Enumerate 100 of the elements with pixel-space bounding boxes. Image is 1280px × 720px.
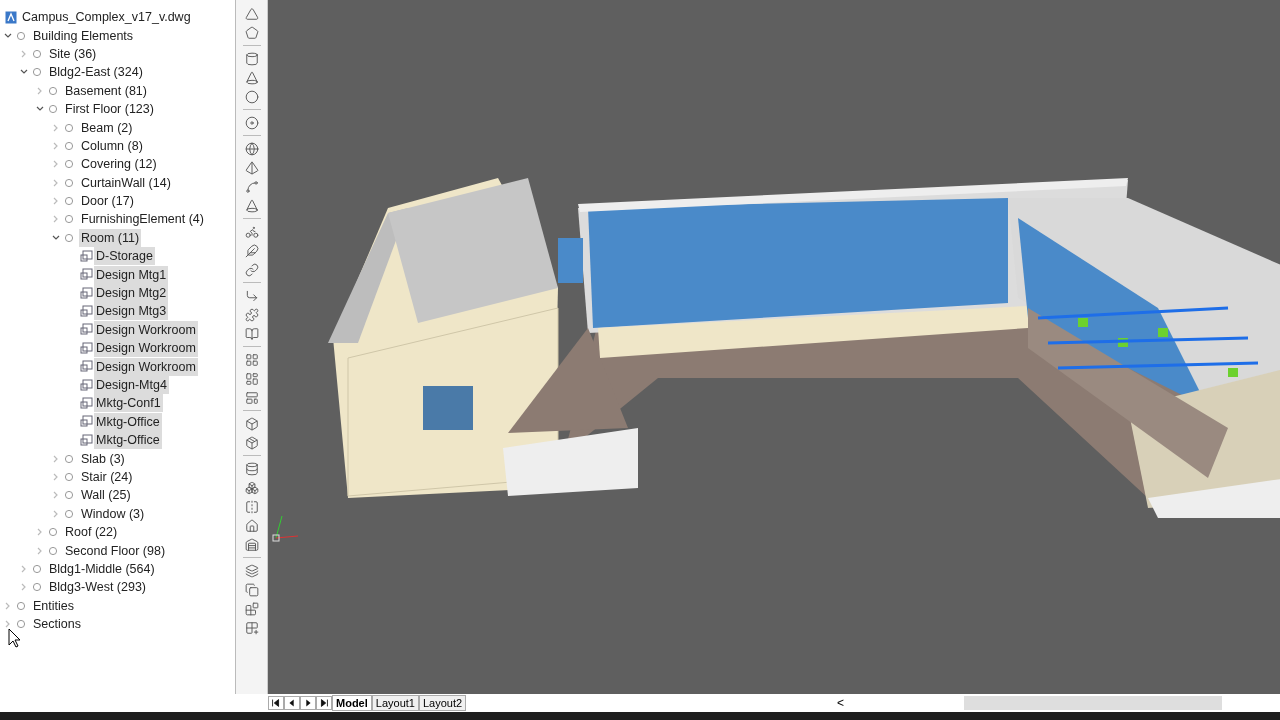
- tree-item[interactable]: Design Mtg2: [94, 284, 169, 303]
- globe-icon[interactable]: [244, 141, 259, 156]
- room-icon: [80, 268, 93, 282]
- room-icon: [80, 249, 93, 263]
- tree-item[interactable]: First Floor (123): [63, 100, 156, 119]
- bike-icon[interactable]: [244, 224, 259, 239]
- circle-icon: [64, 159, 74, 170]
- circle-icon: [32, 48, 42, 59]
- book-icon[interactable]: [244, 326, 259, 341]
- package-icon[interactable]: [244, 435, 259, 450]
- warehouse-icon[interactable]: [244, 537, 259, 552]
- tree-item[interactable]: Beam (2): [79, 118, 135, 137]
- tree-item[interactable]: Site (36): [47, 44, 99, 63]
- tree-item[interactable]: Bldg3-West (293): [47, 578, 149, 597]
- tree-item[interactable]: Entities: [31, 596, 76, 615]
- link-icon[interactable]: [244, 262, 259, 277]
- tree-item[interactable]: Mktg-Office: [94, 431, 162, 450]
- puzzle-icon[interactable]: [244, 307, 259, 322]
- scroll-left-arrow[interactable]: <: [837, 694, 844, 712]
- tree-item[interactable]: FurnishingElement (4): [79, 210, 206, 229]
- cone-icon[interactable]: [244, 198, 259, 213]
- tree-item[interactable]: Design Workroom: [94, 320, 198, 339]
- cone-icon[interactable]: [244, 70, 259, 85]
- room-icon: [80, 304, 93, 318]
- circle-icon: [64, 453, 74, 464]
- circle-icon: [64, 471, 74, 482]
- circle-icon: [64, 122, 74, 133]
- room-icon: [80, 378, 93, 392]
- blocks-icon[interactable]: [244, 601, 259, 616]
- tree-item[interactable]: Bldg1-Middle (564): [47, 559, 157, 578]
- room-icon: [80, 396, 93, 410]
- tree-item[interactable]: Bldg2-East (324): [47, 63, 145, 82]
- pyramid-icon[interactable]: [244, 160, 259, 175]
- cylinder-icon[interactable]: [244, 51, 259, 66]
- layout-tab[interactable]: Layout2: [418, 695, 467, 711]
- circle-icon: [64, 214, 74, 225]
- tree-item[interactable]: Stair (24): [79, 467, 135, 486]
- circle-icon: [64, 177, 74, 188]
- tree-item[interactable]: Design Mtg1: [94, 265, 169, 284]
- dashboard-icon[interactable]: [244, 371, 259, 386]
- tree-item[interactable]: Roof (22): [63, 523, 120, 542]
- triangle-icon[interactable]: [244, 6, 259, 21]
- chevron-down-icon[interactable]: [4, 32, 12, 39]
- boxes-icon[interactable]: [244, 480, 259, 495]
- first-tab-icon[interactable]: [268, 696, 284, 710]
- circle-icon: [16, 619, 26, 630]
- disc-icon[interactable]: [244, 115, 259, 130]
- grid-plus-icon[interactable]: [244, 620, 259, 635]
- room-icon: [80, 415, 93, 429]
- circle-icon: [48, 104, 58, 115]
- house-icon[interactable]: [244, 518, 259, 533]
- tree-item[interactable]: Wall (25): [79, 486, 133, 505]
- layout-tab[interactable]: Model: [332, 695, 372, 711]
- chevron-down-icon[interactable]: [36, 106, 44, 113]
- sphere-icon[interactable]: [244, 89, 259, 104]
- grid-icon[interactable]: [244, 352, 259, 367]
- circle-icon: [48, 545, 58, 556]
- tree-item[interactable]: Covering (12): [79, 155, 159, 174]
- tree-item[interactable]: Design Mtg3: [94, 302, 169, 321]
- tree-item[interactable]: Room (11): [79, 228, 142, 247]
- chevron-down-icon[interactable]: [52, 234, 60, 241]
- tree-item[interactable]: Design Workroom: [94, 339, 198, 358]
- feather-icon[interactable]: [244, 243, 259, 258]
- tree-item[interactable]: Door (17): [79, 192, 136, 211]
- layers-icon[interactable]: [244, 563, 259, 578]
- tree-item[interactable]: Slab (3): [79, 449, 127, 468]
- circle-icon: [48, 85, 58, 96]
- circle-icon: [64, 140, 74, 151]
- tree-item[interactable]: D-Storage: [94, 247, 155, 266]
- pentagon-icon[interactable]: [244, 25, 259, 40]
- copy-icon[interactable]: [244, 582, 259, 597]
- spline-icon[interactable]: [244, 179, 259, 194]
- tree-item[interactable]: Mktg-Conf1: [94, 394, 163, 413]
- next-tab-icon[interactable]: [300, 696, 316, 710]
- circle-icon: [64, 232, 74, 243]
- circle-icon: [64, 508, 74, 519]
- tree-item[interactable]: Design Workroom: [94, 357, 198, 376]
- template-icon[interactable]: [244, 390, 259, 405]
- tree-item[interactable]: Sections: [31, 615, 83, 634]
- tree-item[interactable]: Second Floor (98): [63, 541, 168, 560]
- chevron-down-icon[interactable]: [20, 69, 28, 76]
- tree-item[interactable]: Basement (81): [63, 81, 149, 100]
- tree-item[interactable]: Column (8): [79, 136, 145, 155]
- circle-icon: [64, 196, 74, 207]
- horizontal-scrollbar[interactable]: [964, 696, 1222, 710]
- database-icon[interactable]: [244, 461, 259, 476]
- room-icon: [80, 360, 93, 374]
- last-tab-icon[interactable]: [316, 696, 332, 710]
- tree-item[interactable]: Mktg-Office: [94, 412, 162, 431]
- circle-icon: [32, 67, 42, 78]
- tree-item[interactable]: CurtainWall (14): [79, 173, 173, 192]
- tree-item[interactable]: Design-Mtg4: [94, 376, 169, 394]
- tree-item[interactable]: Window (3): [79, 504, 147, 523]
- layout-tab[interactable]: Layout1: [371, 695, 419, 711]
- tree-item[interactable]: Building Elements: [31, 26, 136, 45]
- mouse-cursor-icon: [8, 628, 22, 648]
- box-icon[interactable]: [244, 416, 259, 431]
- room-icon: [80, 286, 93, 300]
- corner-icon[interactable]: [244, 288, 259, 303]
- previous-tab-icon[interactable]: [284, 696, 300, 710]
